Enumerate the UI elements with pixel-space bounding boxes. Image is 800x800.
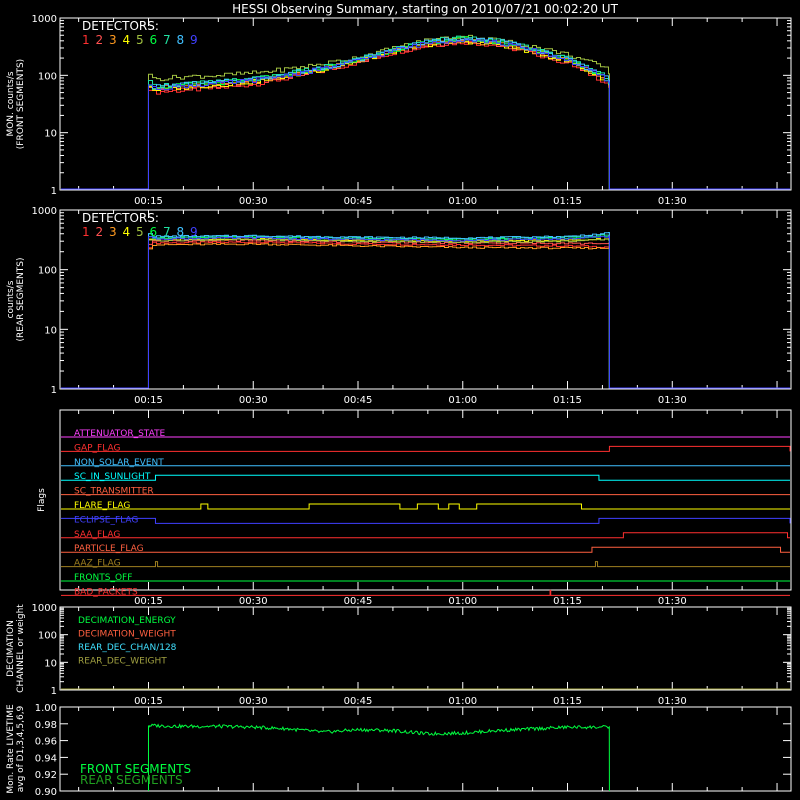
flag-label-gap-flag: GAP_FLAG: [74, 443, 120, 453]
legend-entry-front-4: 4: [123, 33, 131, 47]
legend-entry-front-1: 1: [82, 33, 90, 47]
legend-entry-rear-7: 7: [163, 225, 171, 239]
flag-label-saa-flag: SAA_FLAG: [74, 530, 120, 540]
y-tick-label-livetime: 0.98: [35, 720, 57, 731]
x-tick-label-flags: 01:30: [658, 596, 687, 607]
y-tick-label-front: 1000: [32, 14, 57, 25]
legend-entry-rear-2: 2: [96, 225, 104, 239]
y-tick-label-livetime: 0.90: [35, 787, 57, 798]
x-tick-label-flags: 01:15: [553, 596, 582, 607]
x-tick-label-rear: 00:15: [134, 395, 163, 406]
x-tick-label-flags: 00:45: [344, 596, 373, 607]
flag-label-sc-transmitter: SC_TRANSMITTER: [74, 487, 154, 497]
flag-label-aaz-flag: AAZ_FLAG: [74, 559, 121, 569]
x-tick-label-front: 00:15: [134, 196, 163, 207]
x-tick-label-decimation: 01:15: [553, 696, 582, 707]
legend-entry-front-7: 7: [163, 33, 171, 47]
y-axis-label-rear: (REAR SEGMENTS): [16, 257, 26, 341]
legend-entry-decimation-0: DECIMATION_ENERGY: [78, 616, 176, 626]
x-tick-label-front: 01:15: [553, 196, 582, 207]
y-tick-label-front: 1: [51, 186, 57, 197]
y-tick-label-livetime: 0.96: [35, 737, 57, 748]
y-tick-label-livetime: 1.00: [35, 703, 57, 714]
x-tick-label-front: 01:00: [448, 196, 477, 207]
y-tick-label-rear: 1: [51, 385, 57, 396]
flag-label-flare-flag: FLARE_FLAG: [74, 501, 130, 511]
x-tick-label-rear: 00:30: [239, 395, 268, 406]
y-axis-label-front: MON. counts/s: [6, 71, 16, 136]
legend-entry-front-5: 5: [136, 33, 144, 47]
legend-entry-rear-9: 9: [190, 225, 198, 239]
y-axis-label-front: (FRONT SEGMENTS): [16, 59, 26, 149]
legend-entry-rear-6: 6: [150, 225, 158, 239]
y-axis-label-decimation: DECIMATION: [6, 620, 16, 677]
y-tick-label-rear: 10: [44, 325, 57, 336]
hessi-summary-figure: HESSI Observing Summary, starting on 201…: [0, 0, 800, 800]
flag-label-non-solar-event: NON_SOLAR_EVENT: [74, 458, 164, 468]
x-tick-label-rear: 01:30: [658, 395, 687, 406]
y-tick-label-livetime: 0.92: [35, 770, 57, 781]
x-tick-label-front: 00:45: [344, 196, 373, 207]
y-tick-label-front: 100: [38, 71, 57, 82]
y-tick-label-decimation: 1: [51, 686, 57, 697]
y-tick-label-decimation: 100: [38, 631, 57, 642]
x-tick-label-flags: 00:30: [239, 596, 268, 607]
x-tick-label-flags: 01:00: [448, 596, 477, 607]
y-tick-label-rear: 1000: [32, 206, 57, 217]
y-tick-label-livetime: 0.94: [35, 753, 57, 764]
legend-title-rear: DETECTORS:: [82, 211, 159, 225]
flag-label-eclipse-flag: ECLIPSE_FLAG: [74, 515, 138, 525]
legend-entry-rear-1: 1: [82, 225, 90, 239]
x-tick-label-rear: 01:00: [448, 395, 477, 406]
legend-entry-decimation-1: DECIMATION_WEIGHT: [78, 630, 176, 640]
x-tick-label-decimation: 00:15: [134, 696, 163, 707]
x-tick-label-rear: 01:15: [553, 395, 582, 406]
flag-label-attenuator-state: ATTENUATOR_STATE: [74, 429, 166, 439]
legend-entry-front-9: 9: [190, 33, 198, 47]
y-axis-label-flags: Flags: [37, 488, 47, 512]
y-tick-label-decimation: 1000: [32, 603, 57, 614]
legend-entry-decimation-3: REAR_DEC_WEIGHT: [78, 657, 167, 667]
legend-entry-rear-3: 3: [109, 225, 117, 239]
flag-label-bad-packets: BAD_PACKETS: [74, 587, 138, 597]
flag-label-sc-in-sunlight: SC_IN_SUNLIGHT: [74, 472, 151, 482]
legend-entry-front-2: 2: [96, 33, 104, 47]
x-tick-label-front: 01:30: [658, 196, 687, 207]
legend-entry-decimation-2: REAR_DEC_CHAN/128: [78, 643, 177, 653]
x-tick-label-decimation: 00:45: [344, 696, 373, 707]
legend-entry-rear-5: 5: [136, 225, 144, 239]
legend-entry-front-3: 3: [109, 33, 117, 47]
legend-entry-rear-8: 8: [177, 225, 185, 239]
x-tick-label-rear: 00:45: [344, 395, 373, 406]
flag-label-fronts-off: FRONTS_OFF: [74, 573, 132, 583]
flag-label-particle-flag: PARTICLE_FLAG: [74, 544, 144, 554]
legend-entry-front-8: 8: [177, 33, 185, 47]
y-axis-label-decimation: CHANNEL or weight: [16, 604, 26, 693]
y-tick-label-decimation: 10: [44, 658, 57, 669]
y-axis-label-livetime: avg of D1,3,4,5,6,9: [16, 705, 26, 792]
x-tick-label-decimation: 01:00: [448, 696, 477, 707]
legend-entry-rear-4: 4: [123, 225, 131, 239]
y-axis-label-rear: counts/s: [6, 280, 16, 318]
x-tick-label-decimation: 00:30: [239, 696, 268, 707]
y-axis-label-livetime: Mon. Rate LIVETIME: [6, 704, 16, 794]
legend-title-front: DETECTORS:: [82, 19, 159, 33]
figure-title: HESSI Observing Summary, starting on 201…: [232, 2, 618, 16]
legend-entry-front-6: 6: [150, 33, 158, 47]
x-tick-label-decimation: 01:30: [658, 696, 687, 707]
x-tick-label-flags: 00:15: [134, 596, 163, 607]
x-tick-label-front: 00:30: [239, 196, 268, 207]
y-tick-label-rear: 100: [38, 266, 57, 277]
y-tick-label-front: 10: [44, 129, 57, 140]
legend-entry-livetime-rear: REAR SEGMENTS: [80, 773, 183, 787]
